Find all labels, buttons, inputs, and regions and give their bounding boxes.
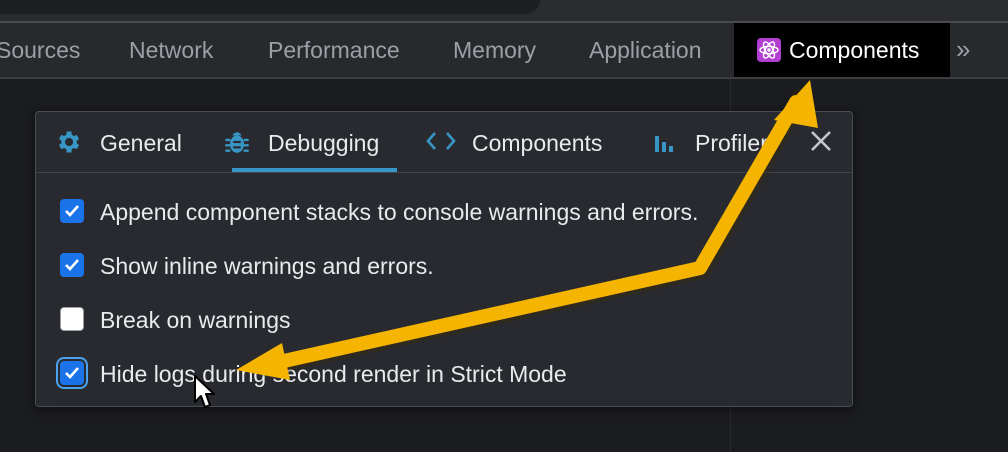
annotation-arrows [236, 80, 818, 380]
arrow-path [259, 95, 803, 372]
arrow-head-checkbox [236, 343, 290, 380]
arrow-head-components [774, 80, 818, 128]
mouse-pointer-icon [194, 375, 215, 408]
